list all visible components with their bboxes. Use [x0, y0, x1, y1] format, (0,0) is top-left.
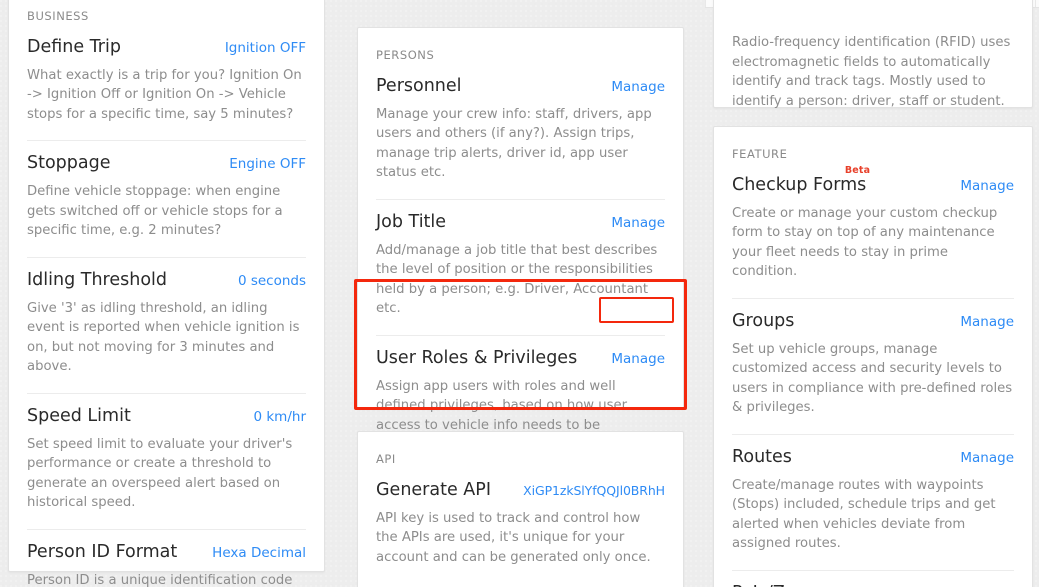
entry-title: Job Title	[376, 212, 447, 232]
setting-entry-routes: Routes Manage Create/manage routes with …	[732, 435, 1014, 571]
entry-title: Checkup Forms Beta	[732, 166, 870, 197]
setting-entry-define-trip: Define Trip Ignition OFF What exactly is…	[27, 25, 306, 142]
setting-entry-groups: Groups Manage Set up vehicle groups, man…	[732, 299, 1014, 435]
entry-head: Routes Manage	[732, 447, 1014, 469]
setting-entry-person-id-format: Person ID Format Hexa Decimal Person ID …	[27, 530, 306, 587]
manage-link-groups[interactable]: Manage	[960, 314, 1014, 330]
entry-description: Set speed limit to evaluate your driver'…	[27, 436, 293, 511]
entry-title: Groups	[732, 311, 795, 331]
setting-entry-pois-zones: PoIs/Zones Manage Manage your business p…	[732, 571, 1014, 587]
setting-entry-personnel: Personnel Manage Manage your crew info: …	[376, 64, 665, 200]
entry-description: Define vehicle stoppage: when engine get…	[27, 184, 283, 239]
section-label-api: API	[376, 452, 396, 466]
manage-link-personnel[interactable]: Manage	[611, 79, 665, 95]
entry-head: Speed Limit 0 km/hr	[27, 406, 306, 428]
beta-badge: Beta	[844, 165, 871, 176]
entry-head: Define Trip Ignition OFF	[27, 37, 306, 59]
entry-head: PoIs/Zones Manage	[732, 583, 1014, 587]
manage-link-checkup-forms[interactable]: Manage	[960, 178, 1014, 194]
manage-link-job-title[interactable]: Manage	[611, 215, 665, 231]
entry-head: Generate API XiGP1zkSlYfQQJl0BRhH	[376, 480, 665, 502]
entry-description: Add/manage a job title that best describ…	[376, 242, 658, 317]
entry-head: Stoppage Engine OFF	[27, 153, 306, 175]
card-business: BUSINESS Define Trip Ignition OFF What e…	[8, 0, 325, 587]
manage-link-routes[interactable]: Manage	[960, 450, 1014, 466]
entry-head: Job Title Manage	[376, 212, 665, 234]
entry-description: Give '3' as idling threshold, an idling …	[27, 300, 300, 375]
entry-description: Set up vehicle groups, manage customized…	[732, 341, 1013, 416]
entry-head: Groups Manage	[732, 311, 1014, 333]
setting-entry-job-title: Job Title Manage Add/manage a job title …	[376, 200, 665, 336]
entry-title: Define Trip	[27, 37, 121, 57]
entry-title: User Roles & Privileges	[376, 348, 578, 368]
entry-description: Person ID is a unique identification cod…	[27, 572, 293, 587]
setting-entry-checkup-forms: Checkup Forms Beta Manage Create or mana…	[732, 163, 1014, 299]
entry-description: Create or manage your custom checkup for…	[732, 205, 998, 280]
card-feature: FEATURE Checkup Forms Beta Manage Create…	[713, 126, 1033, 587]
entry-title: Routes	[732, 447, 792, 467]
entry-head: User Roles & Privileges Manage	[376, 348, 665, 370]
entry-head: Personnel Manage	[376, 76, 665, 98]
entry-title: Generate API	[376, 480, 491, 500]
entry-description: Create/manage routes with waypoints (Sto…	[732, 477, 996, 552]
section-label-business: BUSINESS	[27, 9, 89, 23]
entry-title: Idling Threshold	[27, 269, 167, 290]
entry-action-idling-value[interactable]: 0 seconds	[238, 273, 306, 289]
setting-entry-speed-limit: Speed Limit 0 km/hr Set speed limit to e…	[27, 394, 306, 530]
setting-entry-idling-threshold: Idling Threshold 0 seconds Give '3' as i…	[27, 258, 306, 394]
entry-action-ignition-off[interactable]: Ignition OFF	[225, 40, 306, 56]
entry-head: Idling Threshold 0 seconds	[27, 270, 306, 292]
entry-description: Manage your crew info: staff, drivers, a…	[376, 106, 652, 181]
entry-description: What exactly is a trip for you? Ignition…	[27, 67, 302, 122]
entry-head: Person ID Format Hexa Decimal	[27, 542, 306, 564]
entry-title: Stoppage	[27, 153, 111, 174]
section-label-persons: PERSONS	[376, 48, 435, 62]
entry-head: Checkup Forms Beta Manage	[732, 166, 1014, 197]
entry-title: Personnel	[376, 76, 462, 96]
entry-title-text: Checkup Forms	[732, 175, 867, 195]
section-label-feature: FEATURE	[732, 147, 788, 161]
entry-action-speed-value[interactable]: 0 km/hr	[253, 409, 306, 425]
card-api: API Generate API XiGP1zkSlYfQQJl0BRhH AP…	[357, 431, 684, 587]
entry-description: Radio-frequency identification (RFID) us…	[732, 35, 1011, 109]
card-persons: PERSONS Personnel Manage Manage your cre…	[357, 27, 684, 452]
entry-action-engine-off[interactable]: Engine OFF	[229, 156, 306, 172]
card-rfid-partial: Radio-frequency identification (RFID) us…	[713, 0, 1033, 109]
settings-page: BUSINESS Define Trip Ignition OFF What e…	[0, 0, 1039, 587]
entry-title: Speed Limit	[27, 405, 131, 426]
entry-title: Person ID Format	[27, 541, 178, 562]
setting-entry-stoppage: Stoppage Engine OFF Define vehicle stopp…	[27, 141, 306, 258]
setting-entry-rfid: Radio-frequency identification (RFID) us…	[732, 0, 1014, 127]
entry-description: API key is used to track and control how…	[376, 510, 651, 565]
manage-link-user-roles[interactable]: Manage	[611, 351, 665, 367]
setting-entry-generate-api: Generate API XiGP1zkSlYfQQJl0BRhH API ke…	[376, 468, 665, 583]
entry-action-id-format[interactable]: Hexa Decimal	[212, 545, 306, 561]
api-key-value[interactable]: XiGP1zkSlYfQQJl0BRhH	[523, 483, 665, 498]
entry-title: PoIs/Zones	[732, 583, 826, 587]
